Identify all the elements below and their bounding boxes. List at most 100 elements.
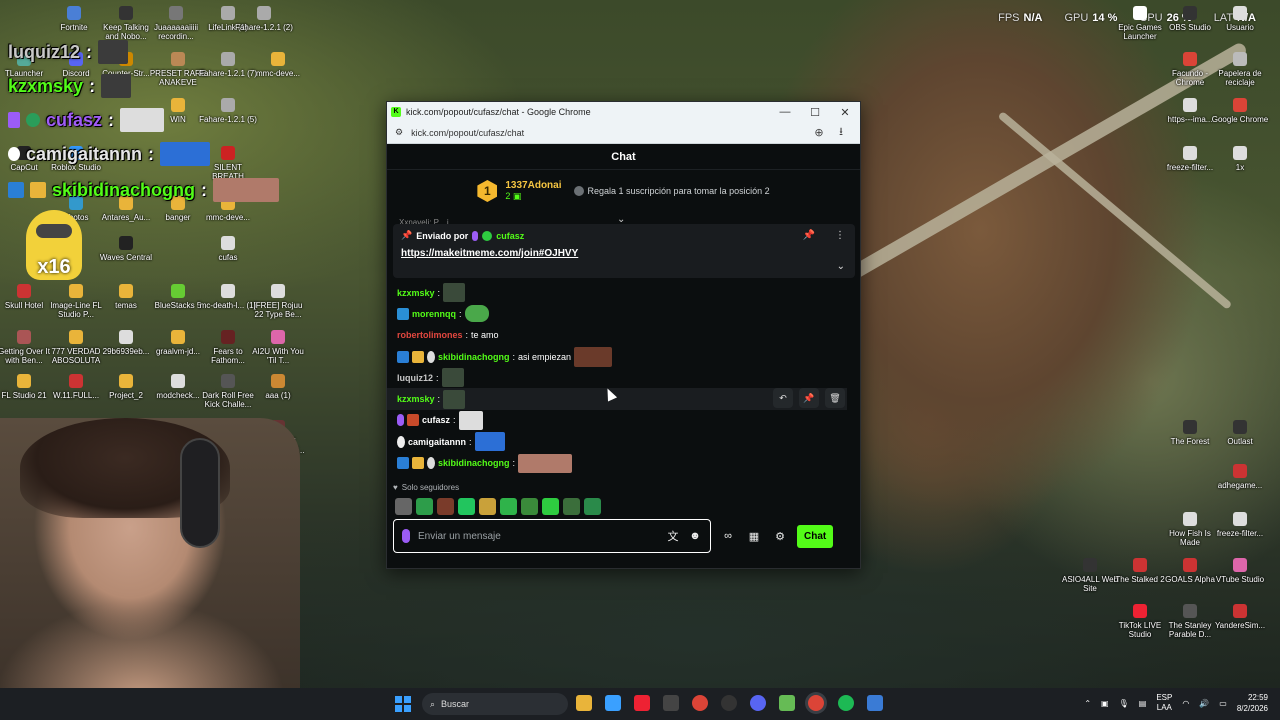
desktop-icon[interactable]: Outlast	[1210, 420, 1270, 446]
chat-message[interactable]: luquiz12:	[397, 367, 857, 388]
settings-gear-icon[interactable]: ⚙	[771, 530, 789, 543]
emoji-icon[interactable]: ☻	[688, 530, 702, 542]
desktop-icon[interactable]: Waves Central	[96, 236, 156, 262]
chat-message[interactable]: kzxmsky:	[397, 282, 857, 303]
desktop-icon[interactable]: Project_2	[96, 374, 156, 400]
desktop-icon[interactable]: VTube Studio	[1210, 558, 1270, 584]
desktop-icon[interactable]: Usuario	[1210, 6, 1270, 32]
file-explorer-icon[interactable]	[576, 695, 592, 711]
infinity-points-icon[interactable]: ∞	[719, 530, 737, 542]
desktop-icon[interactable]: 1x	[1210, 146, 1270, 172]
message-username[interactable]: kzxmsky	[397, 288, 435, 298]
message-username[interactable]: robertolimones	[397, 330, 463, 340]
discord-icon[interactable]	[750, 695, 766, 711]
chat-input-box[interactable]: 文 ☻	[393, 519, 711, 553]
address-bar[interactable]: ⚙ kick.com/popout/cufasz/chat ⊕ ⭳	[387, 122, 860, 144]
message-username[interactable]: skibidinachogng	[438, 458, 510, 468]
mic-icon[interactable]: 🎙	[1119, 699, 1129, 708]
desktop-icon[interactable]: aaa (1)	[248, 374, 308, 400]
pinned-message[interactable]: 📌 Enviado por cufasz https://makeitmeme.…	[393, 224, 855, 278]
quick-emote-icon[interactable]	[395, 497, 412, 515]
chat-message[interactable]: robertolimones: te amo	[397, 325, 857, 346]
chat-message[interactable]: skibidinachogng: asi empiezan	[397, 346, 857, 367]
volume-icon[interactable]: 🔊	[1199, 699, 1209, 708]
desktop-icon[interactable]: 29b6939eb...	[96, 330, 156, 356]
desktop-icon[interactable]: AI2U With You 'Til T...	[248, 330, 308, 365]
chat-message[interactable]: kzxmsky: ↶ 📌 🗑	[387, 388, 847, 410]
minecraft-icon[interactable]	[779, 695, 795, 711]
quick-emote-icon[interactable]	[437, 497, 454, 515]
minimize-button[interactable]: —	[770, 102, 800, 122]
quick-emote-icon[interactable]	[458, 497, 475, 515]
desktop-icon[interactable]: Fahare-1.2.1 (2)	[234, 6, 294, 32]
more-options-icon[interactable]: ⋮	[835, 230, 845, 241]
taskbar-search[interactable]: ⌕ Buscar	[422, 693, 568, 715]
message-username[interactable]: morennqq	[412, 309, 456, 319]
chrome-active-icon[interactable]	[808, 695, 824, 711]
desktop-icon[interactable]: mmc-deve...	[248, 52, 308, 78]
copilot-icon[interactable]	[605, 695, 621, 711]
pinned-link[interactable]: https://makeitmeme.com/join#OJHVY	[401, 248, 847, 259]
desktop-icon[interactable]: Google Chrome	[1210, 98, 1270, 124]
chevron-up-icon[interactable]: ⌃	[1084, 699, 1091, 708]
pin-message-icon[interactable]: 📌	[799, 388, 819, 409]
language-indicator[interactable]: ESP LAA	[1156, 693, 1172, 713]
site-settings-icon[interactable]: ⚙	[395, 127, 403, 138]
gift-prompt[interactable]: Regala 1 suscripción para tomar la posic…	[573, 186, 770, 196]
chat-message[interactable]: morennqq:	[397, 303, 857, 324]
pinned-sender[interactable]: cufasz	[496, 231, 524, 241]
chat-message[interactable]: cufasz:	[397, 410, 857, 431]
desktop-icon[interactable]: Fortnite	[44, 6, 104, 32]
quick-emote-icon[interactable]	[521, 497, 538, 515]
quick-emote-icon[interactable]	[563, 497, 580, 515]
message-input[interactable]	[418, 530, 658, 542]
message-username[interactable]: camigaitannn	[408, 437, 466, 447]
wps-icon[interactable]	[634, 695, 650, 711]
chat-message[interactable]: camigaitannn:	[397, 431, 857, 452]
battery-icon[interactable]: ▭	[1219, 699, 1227, 708]
url-text[interactable]: kick.com/popout/cufasz/chat	[411, 128, 808, 138]
quick-emote-icon[interactable]	[416, 497, 433, 515]
message-username[interactable]: luquiz12	[397, 373, 433, 383]
desktop-icon[interactable]: adhegame...	[1210, 464, 1270, 490]
desktop-icon[interactable]: temas	[96, 284, 156, 310]
delete-icon[interactable]: 🗑	[825, 388, 845, 409]
message-username[interactable]: cufasz	[422, 415, 450, 425]
quick-emote-icon[interactable]	[479, 497, 496, 515]
translate-icon[interactable]: 文	[666, 528, 680, 544]
chat-message[interactable]: skibidinachogng:	[397, 452, 857, 473]
chrome-icon[interactable]	[692, 695, 708, 711]
send-chat-button[interactable]: Chat	[797, 524, 834, 548]
spotify-icon[interactable]	[838, 695, 854, 711]
message-username[interactable]: kzxmsky	[397, 394, 435, 404]
tray-app-icon[interactable]: ▣	[1101, 699, 1109, 708]
download-icon[interactable]: ⭳	[830, 123, 852, 142]
desktop-icon[interactable]: Juaaaaaaiiiii recordin...	[146, 6, 206, 41]
desktop-icon[interactable]: [FREE] Rojuu 22 Type Be...	[248, 284, 308, 319]
desktop-icon[interactable]: Papelera de reciclaje	[1210, 52, 1270, 87]
window-titlebar[interactable]: K kick.com/popout/cufasz/chat - Google C…	[387, 102, 860, 122]
obs-icon[interactable]	[721, 695, 737, 711]
tray-app-icon[interactable]: ▤	[1139, 699, 1147, 708]
message-username[interactable]: skibidinachogng	[438, 352, 510, 362]
desktop-icon[interactable]: cufas	[198, 236, 258, 262]
windows-start-icon[interactable]	[395, 696, 411, 712]
unpin-icon[interactable]: 📌	[803, 230, 815, 241]
store-icon[interactable]: ▦	[745, 530, 763, 543]
reply-icon[interactable]: ↶	[773, 388, 793, 409]
chevron-down-icon[interactable]: ⌄	[837, 261, 845, 272]
wifi-icon[interactable]: ◠	[1182, 699, 1189, 708]
chat-messages[interactable]: Xxnaveli: P... i... ⌄ 📌 Enviado por cufa…	[387, 212, 860, 480]
quick-emote-icon[interactable]	[584, 497, 601, 515]
clock[interactable]: 22:59 8/2/2026	[1237, 692, 1268, 714]
desktop-icon[interactable]: freeze-filter...	[1210, 512, 1270, 538]
desktop-icon[interactable]: Fahare-1.2.1 (5)	[198, 98, 258, 124]
vscode-icon[interactable]	[867, 695, 883, 711]
top-gifter-name[interactable]: 1337Adonai	[505, 180, 561, 191]
maximize-button[interactable]: ☐	[800, 102, 830, 122]
zoom-icon[interactable]: ⊕	[808, 126, 830, 139]
quick-emote-icon[interactable]	[542, 497, 559, 515]
quick-emote-icon[interactable]	[500, 497, 517, 515]
close-button[interactable]: ✕	[830, 102, 860, 122]
desktop-icon[interactable]: YandereSim...	[1210, 604, 1270, 630]
